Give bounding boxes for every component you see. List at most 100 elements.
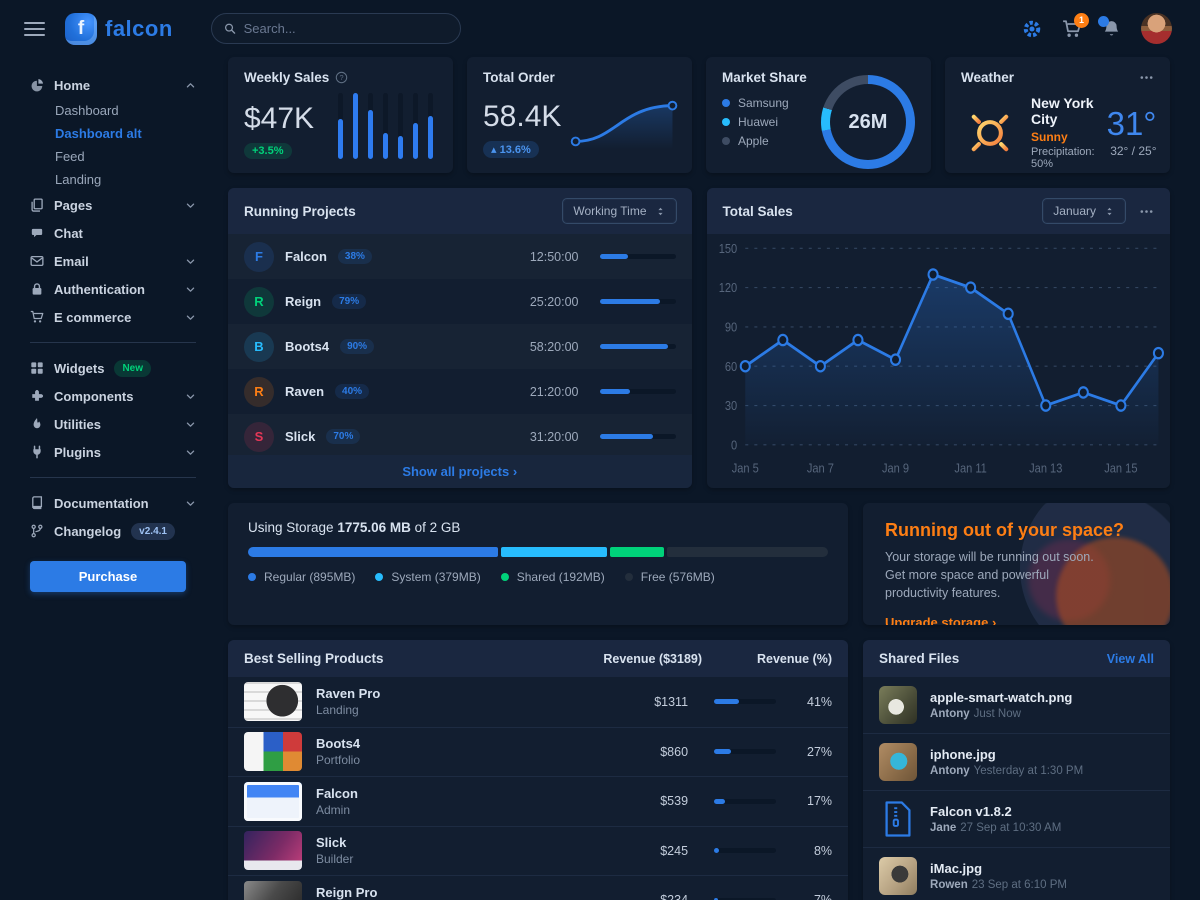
product-name-link[interactable]: Raven Pro [316,686,380,701]
flame-icon [30,417,44,431]
sidebar-item-utilities[interactable]: Utilities [30,410,196,438]
product-revenue-bar [714,749,776,754]
weekly-sales-bar-fill [368,110,373,160]
sidebar-item-home[interactable]: Home [30,71,196,99]
sidebar-item-plugins[interactable]: Plugins [30,438,196,466]
weather-condition: Sunny [1031,130,1095,144]
product-revenue-pct: 27% [790,745,832,759]
search-box[interactable] [211,13,461,44]
file-name-link[interactable]: apple-smart-watch.png [930,690,1072,705]
product-info: Reign ProAgency [316,885,618,900]
market-share-legend: SamsungHuaweiApple [722,91,789,169]
chevron-down-icon [185,447,196,458]
product-category: Portfolio [316,753,618,767]
product-name-link[interactable]: Boots4 [316,736,360,751]
product-row: Boots4 Portfolio $860 27% [228,727,848,777]
falcon-logo[interactable]: f falcon [65,13,173,45]
storage-segment-shared [610,547,664,557]
month-select[interactable]: January [1043,199,1125,223]
view-all-link[interactable]: View All [1107,652,1154,666]
project-name-link[interactable]: Slick [285,429,315,444]
legend-item-samsung: Samsung [722,96,789,110]
product-category: Landing [316,703,618,717]
sidebar-item-landing[interactable]: Landing [30,168,196,191]
weekly-sales-bar [383,93,388,159]
project-avatar: R [244,377,274,407]
product-category: Builder [316,852,618,866]
product-revenue: $860 [632,745,688,759]
weekly-sales-bar [338,93,343,159]
file-name-link[interactable]: iMac.jpg [930,861,982,876]
cart-button[interactable]: 1 [1062,19,1082,39]
project-name-link[interactable]: Falcon [285,249,327,264]
sidebar-item-components[interactable]: Components [30,382,196,410]
column-header-revenue: Revenue ($3189) [526,652,702,666]
product-thumbnail [244,831,302,870]
project-progress-fill [600,344,668,349]
sidebar-item-dashboard[interactable]: Dashboard [30,99,196,122]
svg-text:Jan 11: Jan 11 [954,461,987,476]
sidebar-item-documentation[interactable]: Documentation [30,489,196,517]
sidebar: HomeDashboardDashboard altFeedLandingPag… [0,57,212,900]
project-progress-bar [600,389,676,394]
branch-icon [30,524,44,538]
settings-button[interactable] [1022,19,1042,39]
cart-count-badge: 1 [1074,13,1089,28]
sidebar-item-feed[interactable]: Feed [30,145,196,168]
upgrade-storage-link[interactable]: Upgrade storage › [885,615,996,625]
legend-label: Apple [738,134,769,148]
sidebar-item-label: Plugins [54,445,101,460]
product-revenue-fill [714,799,725,804]
shared-files-card: Shared Files View All apple-smart-watch.… [863,640,1170,900]
total-sales-menu-button[interactable] [1139,204,1154,219]
month-select-label: January [1053,204,1096,218]
search-input[interactable] [244,21,448,36]
product-revenue-pct: 7% [790,893,832,900]
product-name-link[interactable]: Reign Pro [316,885,377,900]
notifications-button[interactable] [1102,19,1121,38]
sidebar-item-label: Authentication [54,282,145,297]
project-name-link[interactable]: Reign [285,294,321,309]
file-row: iphone.jpgAntonyYesterday at 1:30 PM [863,733,1170,790]
sidebar-item-chat[interactable]: Chat [30,219,196,247]
legend-label: Shared (192MB) [517,570,605,584]
file-thumbnail [879,857,917,895]
sidebar-item-email[interactable]: Email [30,247,196,275]
storage-segment-free [667,547,828,557]
product-row: Raven ProLanding$131141% [228,677,848,727]
legend-label: Regular (895MB) [264,570,355,584]
weather-menu-button[interactable] [1139,70,1154,85]
product-revenue-pct: 8% [790,844,832,858]
help-icon[interactable]: ? [335,71,348,84]
sidebar-item-pages[interactable]: Pages [30,191,196,219]
total-sales-title: Total Sales [723,204,1030,219]
product-name-link[interactable]: Falcon [316,786,358,801]
menu-toggle-button[interactable] [24,18,45,40]
file-author: Jane [930,822,956,834]
sidebar-item-changelog[interactable]: Changelogv2.4.1 [30,517,196,545]
user-avatar[interactable] [1141,13,1172,44]
legend-label: Samsung [738,96,789,110]
storage-legend-item: Regular (895MB) [248,570,355,584]
legend-dot [625,573,633,581]
file-author: Antony [930,708,970,720]
working-time-select[interactable]: Working Time [563,199,675,223]
weather-precipitation: Precipitation: 50% [1031,146,1095,170]
sidebar-item-label: Documentation [54,496,149,511]
storage-label: Using Storage 1775.06 MB of 2 GB [248,520,828,535]
file-name-link[interactable]: Falcon v1.8.2 [930,804,1012,819]
file-name-link[interactable]: iphone.jpg [930,747,996,762]
project-name-link[interactable]: Boots4 [285,339,329,354]
storage-legend-item: Free (576MB) [625,570,715,584]
weekly-sales-bar-fill [428,116,433,159]
sidebar-item-e-commerce[interactable]: E commerce [30,303,196,331]
purchase-button[interactable]: Purchase [30,561,186,592]
sidebar-item-authentication[interactable]: Authentication [30,275,196,303]
product-name-link[interactable]: Slick [316,835,346,850]
sidebar-item-widgets[interactable]: WidgetsNew [30,354,196,382]
sidebar-item-dashboard-alt[interactable]: Dashboard alt [30,122,196,145]
show-all-projects-link[interactable]: Show all projects › [402,464,517,479]
project-name-link[interactable]: Raven [285,384,324,399]
product-thumbnail [244,782,302,821]
search-icon [224,22,236,35]
